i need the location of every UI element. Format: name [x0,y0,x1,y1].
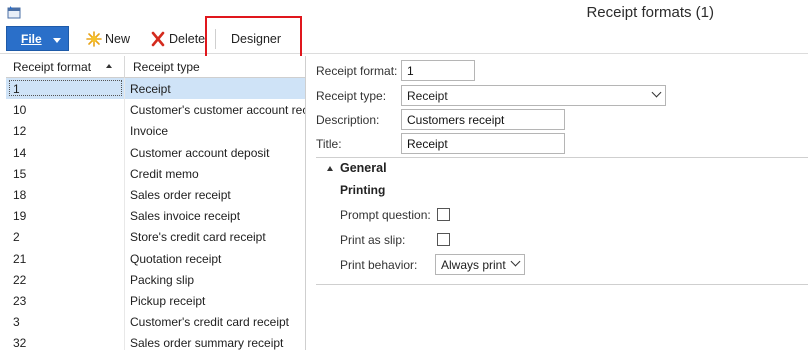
title-field[interactable] [401,133,565,154]
cell-receipt-format[interactable]: 21 [13,252,26,266]
file-label: File [21,32,42,46]
cell-receipt-format[interactable]: 12 [13,124,26,138]
cell-divider [124,332,125,350]
cell-divider [124,141,125,163]
action-pane: File New Delete Designer [0,25,808,54]
receipt-type-select[interactable]: Receipt [401,85,666,106]
table-row[interactable]: 2 Store's credit card receipt [6,226,305,248]
window-title: Receipt formats (1) [586,4,714,21]
table-row[interactable]: 22 Packing slip [6,268,305,290]
receipt-format-label: Receipt format: [316,64,398,78]
chevron-down-icon [510,256,521,267]
cell-receipt-type[interactable]: Sales invoice receipt [130,209,305,223]
designer-highlight-box [205,16,302,58]
cell-divider [124,78,125,100]
table-row[interactable]: 10 Customer's customer account rec [6,99,305,121]
cell-receipt-format[interactable]: 19 [13,209,26,223]
new-star-icon [86,31,102,47]
file-menu-button[interactable]: File [6,26,69,51]
prompt-question-label: Prompt question: [340,208,431,222]
cell-receipt-format[interactable]: 14 [13,146,26,160]
cell-receipt-type[interactable]: Store's credit card receipt [130,230,305,244]
section-divider [316,157,808,158]
cell-receipt-type[interactable]: Invoice [130,124,305,138]
cell-receipt-type[interactable]: Customer's credit card receipt [130,315,305,329]
grid-header: Receipt format Receipt type [6,56,305,78]
cell-divider [124,311,125,333]
new-label: New [105,32,131,46]
cell-receipt-type[interactable]: Sales order receipt [130,188,305,202]
receipt-type-label: Receipt type: [316,89,387,103]
table-row[interactable]: 14 Customer account deposit [6,141,305,163]
cell-divider [124,226,125,248]
printing-group-title: Printing [340,183,386,197]
print-as-slip-label: Print as slip: [340,233,406,247]
description-label: Description: [316,113,380,127]
table-row[interactable]: 19 Sales invoice receipt [6,205,305,227]
chevron-down-icon [53,38,61,43]
table-row[interactable]: 21 Quotation receipt [6,247,305,269]
print-behavior-select[interactable]: Always print [435,254,525,275]
column-header-receipt-format[interactable]: Receipt format [13,60,91,74]
chevron-down-icon [651,87,662,98]
description-field[interactable] [401,109,565,130]
cell-receipt-type[interactable]: Pickup receipt [130,294,305,308]
table-row[interactable]: 18 Sales order receipt [6,183,305,206]
cell-divider [124,183,125,206]
cell-receipt-format[interactable]: 22 [13,273,26,287]
cell-receipt-format[interactable]: 2 [13,230,20,244]
title-label: Title: [316,137,342,151]
cell-receipt-format[interactable]: 10 [13,103,26,117]
section-bottom-divider [316,284,808,285]
print-behavior-value: Always print [441,258,506,272]
table-row[interactable]: 23 Pickup receipt [6,289,305,312]
cell-divider [124,268,125,290]
cell-divider [124,99,125,121]
receipt-type-value: Receipt [407,89,448,103]
table-row[interactable]: 12 Invoice [6,120,305,142]
grid-rows: 1 Receipt 10 Customer's customer account re… [6,78,305,350]
cell-receipt-format[interactable]: 18 [13,188,26,202]
cell-receipt-type[interactable]: Quotation receipt [130,252,305,266]
cell-divider [124,162,125,184]
delete-button[interactable]: Delete [150,28,205,50]
cell-receipt-format[interactable]: 3 [13,315,20,329]
cell-receipt-format[interactable]: 32 [13,336,26,350]
table-row[interactable]: 32 Sales order summary receipt [6,332,305,350]
sort-ascending-icon [106,64,112,68]
column-divider[interactable] [124,56,125,78]
cell-receipt-type[interactable]: Customer's customer account rec [130,103,305,117]
new-button[interactable]: New [86,28,130,50]
cell-divider [124,289,125,312]
cell-receipt-format[interactable]: 23 [13,294,26,308]
cell-receipt-type[interactable]: Sales order summary receipt [130,336,305,350]
receipt-format-field[interactable] [401,60,475,81]
table-row[interactable]: 1 Receipt [6,78,305,100]
delete-x-icon [150,31,166,47]
table-row[interactable]: 15 Credit memo [6,162,305,184]
column-header-receipt-type[interactable]: Receipt type [133,60,200,74]
cell-receipt-type[interactable]: Customer account deposit [130,146,305,160]
cell-divider [124,205,125,227]
title-bar: Receipt formats (1) [0,0,808,25]
cell-divider [124,247,125,269]
general-section-header[interactable]: General [340,161,387,175]
table-row[interactable]: 3 Customer's credit card receipt [6,311,305,333]
cell-receipt-type[interactable]: Receipt [130,82,305,96]
cell-receipt-format[interactable]: 15 [13,167,26,181]
cell-receipt-type[interactable]: Packing slip [130,273,305,287]
cell-divider [124,120,125,142]
print-as-slip-checkbox[interactable] [437,233,450,246]
print-behavior-label: Print behavior: [340,258,418,272]
receipt-formats-grid: Receipt format Receipt type 1 Receipt 10 Cu… [6,56,306,350]
cell-receipt-format[interactable]: 1 [9,80,122,96]
cell-receipt-type[interactable]: Credit memo [130,167,305,181]
collapse-icon[interactable] [327,166,333,171]
delete-label: Delete [169,32,206,46]
prompt-question-checkbox[interactable] [437,208,450,221]
